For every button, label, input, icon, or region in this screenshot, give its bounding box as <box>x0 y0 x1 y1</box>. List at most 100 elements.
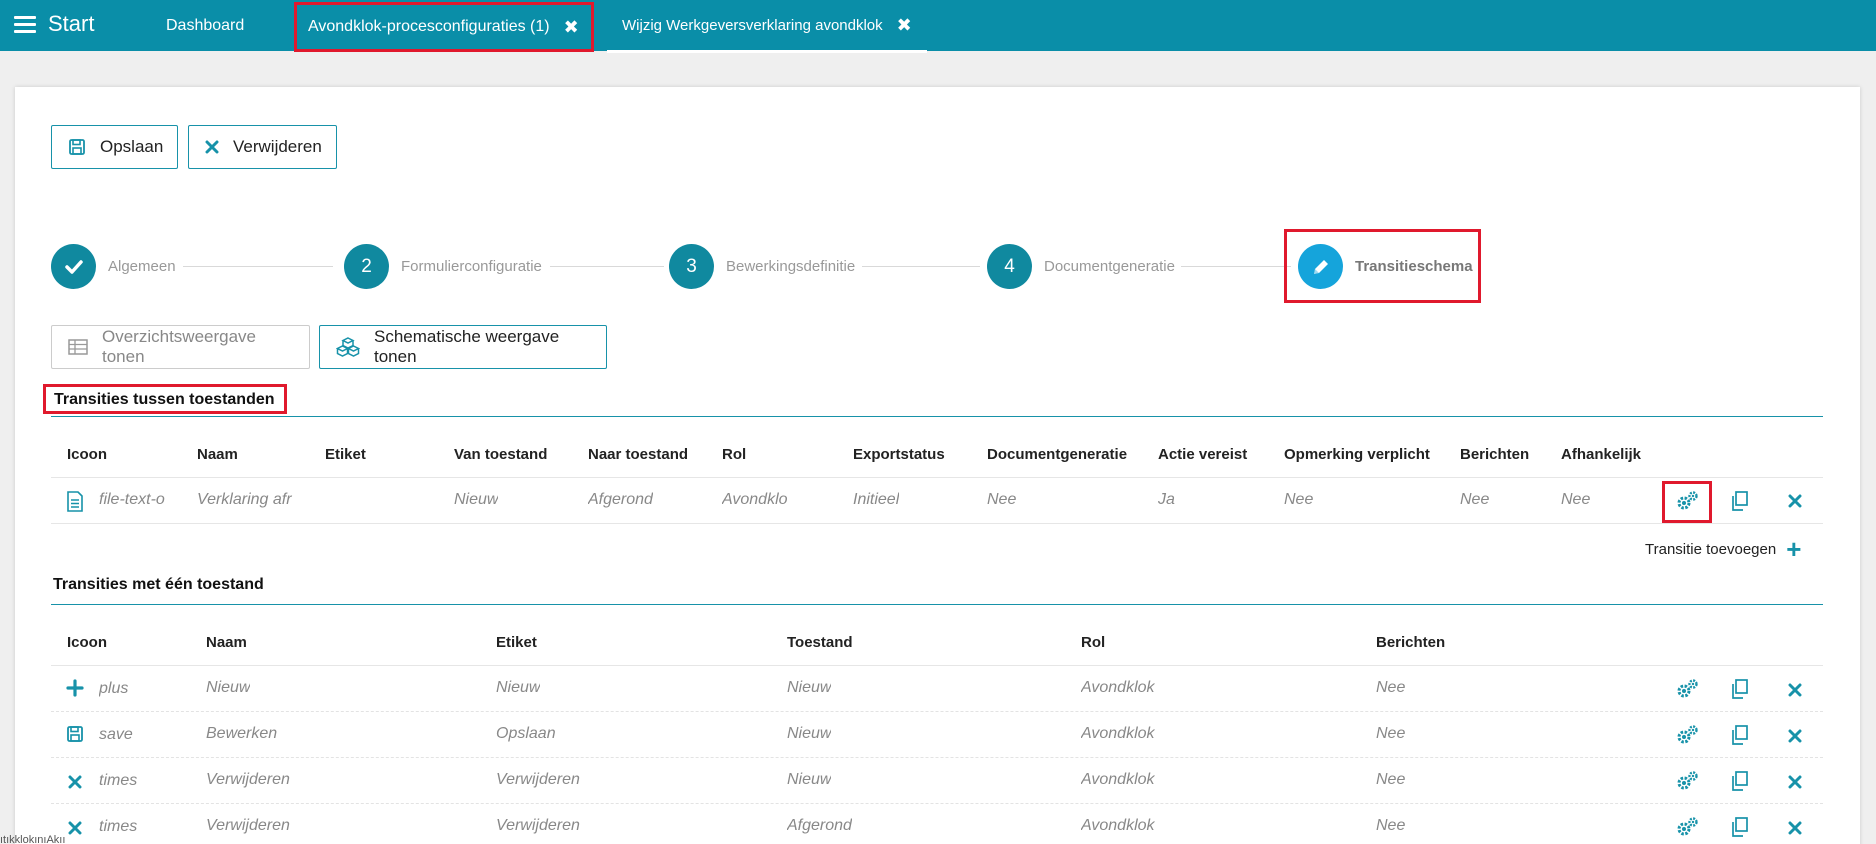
step-connector <box>183 266 333 267</box>
column-header: Van toestand <box>454 446 548 463</box>
delete-icon[interactable] <box>1788 494 1802 508</box>
schema-view-label: Schematische weergave tonen <box>374 327 560 366</box>
gears-icon[interactable] <box>1675 678 1699 700</box>
berichten-cell: Nee <box>1376 679 1406 696</box>
schema-view-button[interactable]: Schematische weergave tonen <box>319 325 607 369</box>
tab-wijzig-werkgeversverklaring[interactable]: Wijzig Werkgeversverklaring avondklok ✖ <box>607 0 927 53</box>
step-bewerkingsdefinitie[interactable]: 3 Bewerkingsdefinitie <box>669 244 855 289</box>
gears-icon[interactable] <box>1675 770 1699 792</box>
cubes-icon <box>336 337 360 357</box>
step-label: Formulierconfiguratie <box>401 258 542 275</box>
hamburger-icon <box>14 15 36 33</box>
column-header: Toestand <box>787 634 853 651</box>
top-bar: Start Dashboard Avondklok-procesconfigur… <box>0 0 1876 53</box>
copy-icon[interactable] <box>1729 816 1751 838</box>
section-divider <box>51 416 1823 417</box>
step-transitieschema[interactable]: Transitieschema <box>1298 244 1473 289</box>
delete-icon[interactable] <box>1788 683 1802 697</box>
naam-cell: Verwijderen <box>206 771 290 788</box>
documentgeneratie-cell: Nee <box>987 491 1017 508</box>
icon-name-cell: file-text-o <box>99 491 165 508</box>
copy-icon[interactable] <box>1729 724 1751 746</box>
naam-cell: Verklaring afr <box>197 491 292 508</box>
rol-cell: Avondklok <box>1081 679 1155 696</box>
step-label: Documentgeneratie <box>1044 258 1175 275</box>
etiket-cell: Verwijderen <box>496 771 580 788</box>
delete-button[interactable]: Verwijderen <box>188 125 337 169</box>
step-number: 4 <box>987 244 1032 289</box>
row-divider <box>51 803 1823 804</box>
overview-view-label: Overzichtsweergave tonen <box>102 327 257 366</box>
rol-cell: Avondklok <box>1081 817 1155 834</box>
tab-dashboard[interactable]: Dashboard <box>166 0 244 51</box>
row-divider <box>51 477 1823 478</box>
add-transition-button[interactable]: Transitie toevoegen + <box>1645 536 1801 562</box>
times-icon <box>68 821 82 835</box>
save-icon <box>66 725 84 743</box>
column-header: Afhankelijk <box>1561 446 1642 463</box>
step-connector <box>1181 266 1291 267</box>
delete-icon[interactable] <box>1788 729 1802 743</box>
close-icon[interactable]: ✖ <box>564 17 579 38</box>
delete-icon[interactable] <box>1788 775 1802 789</box>
times-icon <box>205 140 219 154</box>
column-header: Actie vereist <box>1158 446 1248 463</box>
save-button[interactable]: Opslaan <box>51 125 178 169</box>
step-documentgeneratie[interactable]: 4 Documentgeneratie <box>987 244 1175 289</box>
actie-vereist-cell: Ja <box>1158 491 1175 508</box>
column-header: Berichten <box>1376 634 1446 651</box>
start-menu-button[interactable]: Start <box>14 0 94 48</box>
section-title-transities-tussen: Transities tussen toestanden <box>43 384 287 414</box>
column-header: Naam <box>206 634 247 651</box>
copy-icon[interactable] <box>1729 678 1751 700</box>
step-connector <box>862 266 980 267</box>
save-button-label: Opslaan <box>100 137 164 156</box>
gears-icon[interactable] <box>1675 816 1699 838</box>
column-header: Icoon <box>67 446 107 463</box>
column-header: Icoon <box>67 634 107 651</box>
check-icon <box>51 244 96 289</box>
berichten-cell: Nee <box>1376 771 1406 788</box>
table-icon <box>68 339 88 355</box>
gears-icon[interactable] <box>1675 490 1699 512</box>
column-header: Etiket <box>496 634 537 651</box>
berichten-cell: Nee <box>1376 817 1406 834</box>
copy-icon[interactable] <box>1729 770 1751 792</box>
times-icon <box>68 775 82 789</box>
overview-view-button[interactable]: Overzichtsweergave tonen <box>51 325 310 369</box>
column-header: Rol <box>1081 634 1106 651</box>
naam-cell: Nieuw <box>206 679 251 696</box>
step-label: Algemeen <box>108 258 176 275</box>
tab-procesconfiguraties[interactable]: Avondklok-procesconfiguraties (1) ✖ <box>294 2 594 52</box>
rol-cell: Avondklo <box>722 491 788 508</box>
column-header: Exportstatus <box>853 446 945 463</box>
etiket-cell: Nieuw <box>496 679 541 696</box>
van-toestand-cell: Nieuw <box>454 491 499 508</box>
step-formulierconfiguratie[interactable]: 2 Formulierconfiguratie <box>344 244 542 289</box>
pencil-icon <box>1298 244 1343 289</box>
step-label: Transitieschema <box>1355 258 1473 275</box>
close-icon[interactable]: ✖ <box>897 15 912 36</box>
etiket-cell: Opslaan <box>496 725 556 742</box>
row-divider <box>51 711 1823 712</box>
tab-dashboard-label: Dashboard <box>166 16 245 34</box>
copy-icon[interactable] <box>1729 490 1751 512</box>
delete-button-label: Verwijderen <box>233 137 322 156</box>
row-divider <box>51 665 1823 666</box>
afhankelijk-cell: Nee <box>1561 491 1591 508</box>
step-label: Bewerkingsdefinitie <box>726 258 856 275</box>
delete-icon[interactable] <box>1788 821 1802 835</box>
icon-name-cell: times <box>99 818 138 835</box>
step-algemeen[interactable]: Algemeen <box>51 244 176 289</box>
plus-icon <box>66 679 84 697</box>
icon-name-cell: plus <box>99 680 129 697</box>
step-number: 3 <box>669 244 714 289</box>
opmerking-verplicht-cell: Nee <box>1284 491 1314 508</box>
toestand-cell: Nieuw <box>787 771 832 788</box>
toestand-cell: Nieuw <box>787 679 832 696</box>
gears-icon[interactable] <box>1675 724 1699 746</box>
toestand-cell: Afgerond <box>787 817 852 834</box>
add-transition-label: Transitie toevoegen <box>1645 540 1777 558</box>
start-label: Start <box>48 11 95 36</box>
column-header: Documentgeneratie <box>987 446 1128 463</box>
